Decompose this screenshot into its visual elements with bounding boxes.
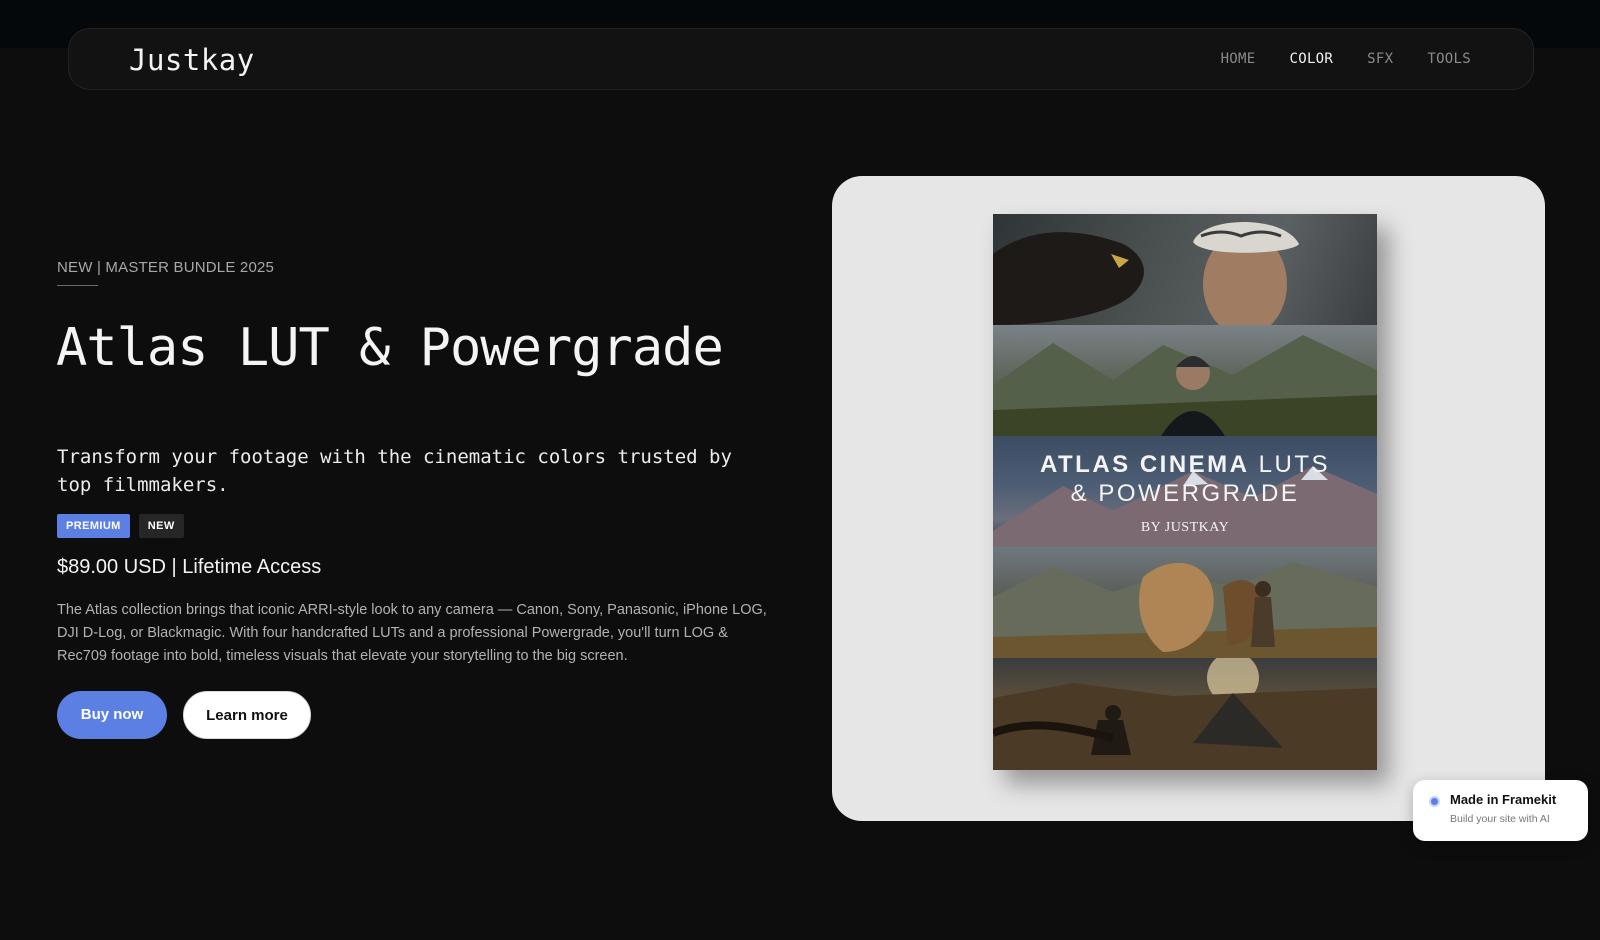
framekit-badge[interactable]: Made in Framekit Build your site with AI: [1413, 780, 1588, 841]
nav-item-home[interactable]: HOME: [1221, 51, 1256, 67]
cover-title-line2: & POWERGRADE: [1070, 480, 1300, 507]
product-cover-image: ATLAS CINEMA LUTS & POWERGRADE BY JUSTKA…: [993, 214, 1377, 770]
eyebrow-underline: [57, 285, 98, 286]
nav-item-tools[interactable]: TOOLS: [1427, 51, 1471, 67]
learn-more-button[interactable]: Learn more: [183, 691, 311, 739]
cover-title-rest: LUTS: [1258, 451, 1331, 478]
navbar: Justkay HOME COLOR SFX TOOLS: [68, 28, 1534, 90]
page-title: Atlas LUT & Powergrade: [56, 318, 724, 378]
cover-photo-eagle-portrait: [993, 214, 1377, 325]
cover-photo-mountain-man: [993, 325, 1377, 436]
main-nav: HOME COLOR SFX TOOLS: [1221, 51, 1471, 67]
badge-group: PREMIUM NEW: [57, 514, 184, 538]
hero-eyebrow: NEW | MASTER BUNDLE 2025: [57, 259, 275, 276]
nav-item-sfx[interactable]: SFX: [1367, 51, 1393, 67]
price-label: $89.00 USD | Lifetime Access: [57, 556, 322, 578]
framekit-subtitle: Build your site with AI: [1450, 813, 1550, 825]
nav-item-color[interactable]: COLOR: [1290, 51, 1334, 67]
cover-title: ATLAS CINEMA LUTS & POWERGRADE: [993, 450, 1377, 508]
cover-photo-tent-sunset: [993, 658, 1377, 770]
hero-subtitle: Transform your footage with the cinemati…: [57, 446, 732, 496]
cover-title-bold: ATLAS CINEMA: [1039, 451, 1250, 478]
product-description: The Atlas collection brings that iconic …: [57, 602, 767, 664]
premium-badge: PREMIUM: [57, 514, 130, 538]
framekit-title: Made in Framekit: [1450, 792, 1557, 807]
cover-byline: BY JUSTKAY: [1140, 520, 1230, 535]
new-badge: NEW: [138, 514, 184, 538]
site-logo[interactable]: Justkay: [129, 43, 255, 77]
buy-now-button[interactable]: Buy now: [57, 691, 167, 739]
cover-photo-horses: [993, 547, 1377, 658]
framekit-dot-icon: [1429, 796, 1440, 807]
